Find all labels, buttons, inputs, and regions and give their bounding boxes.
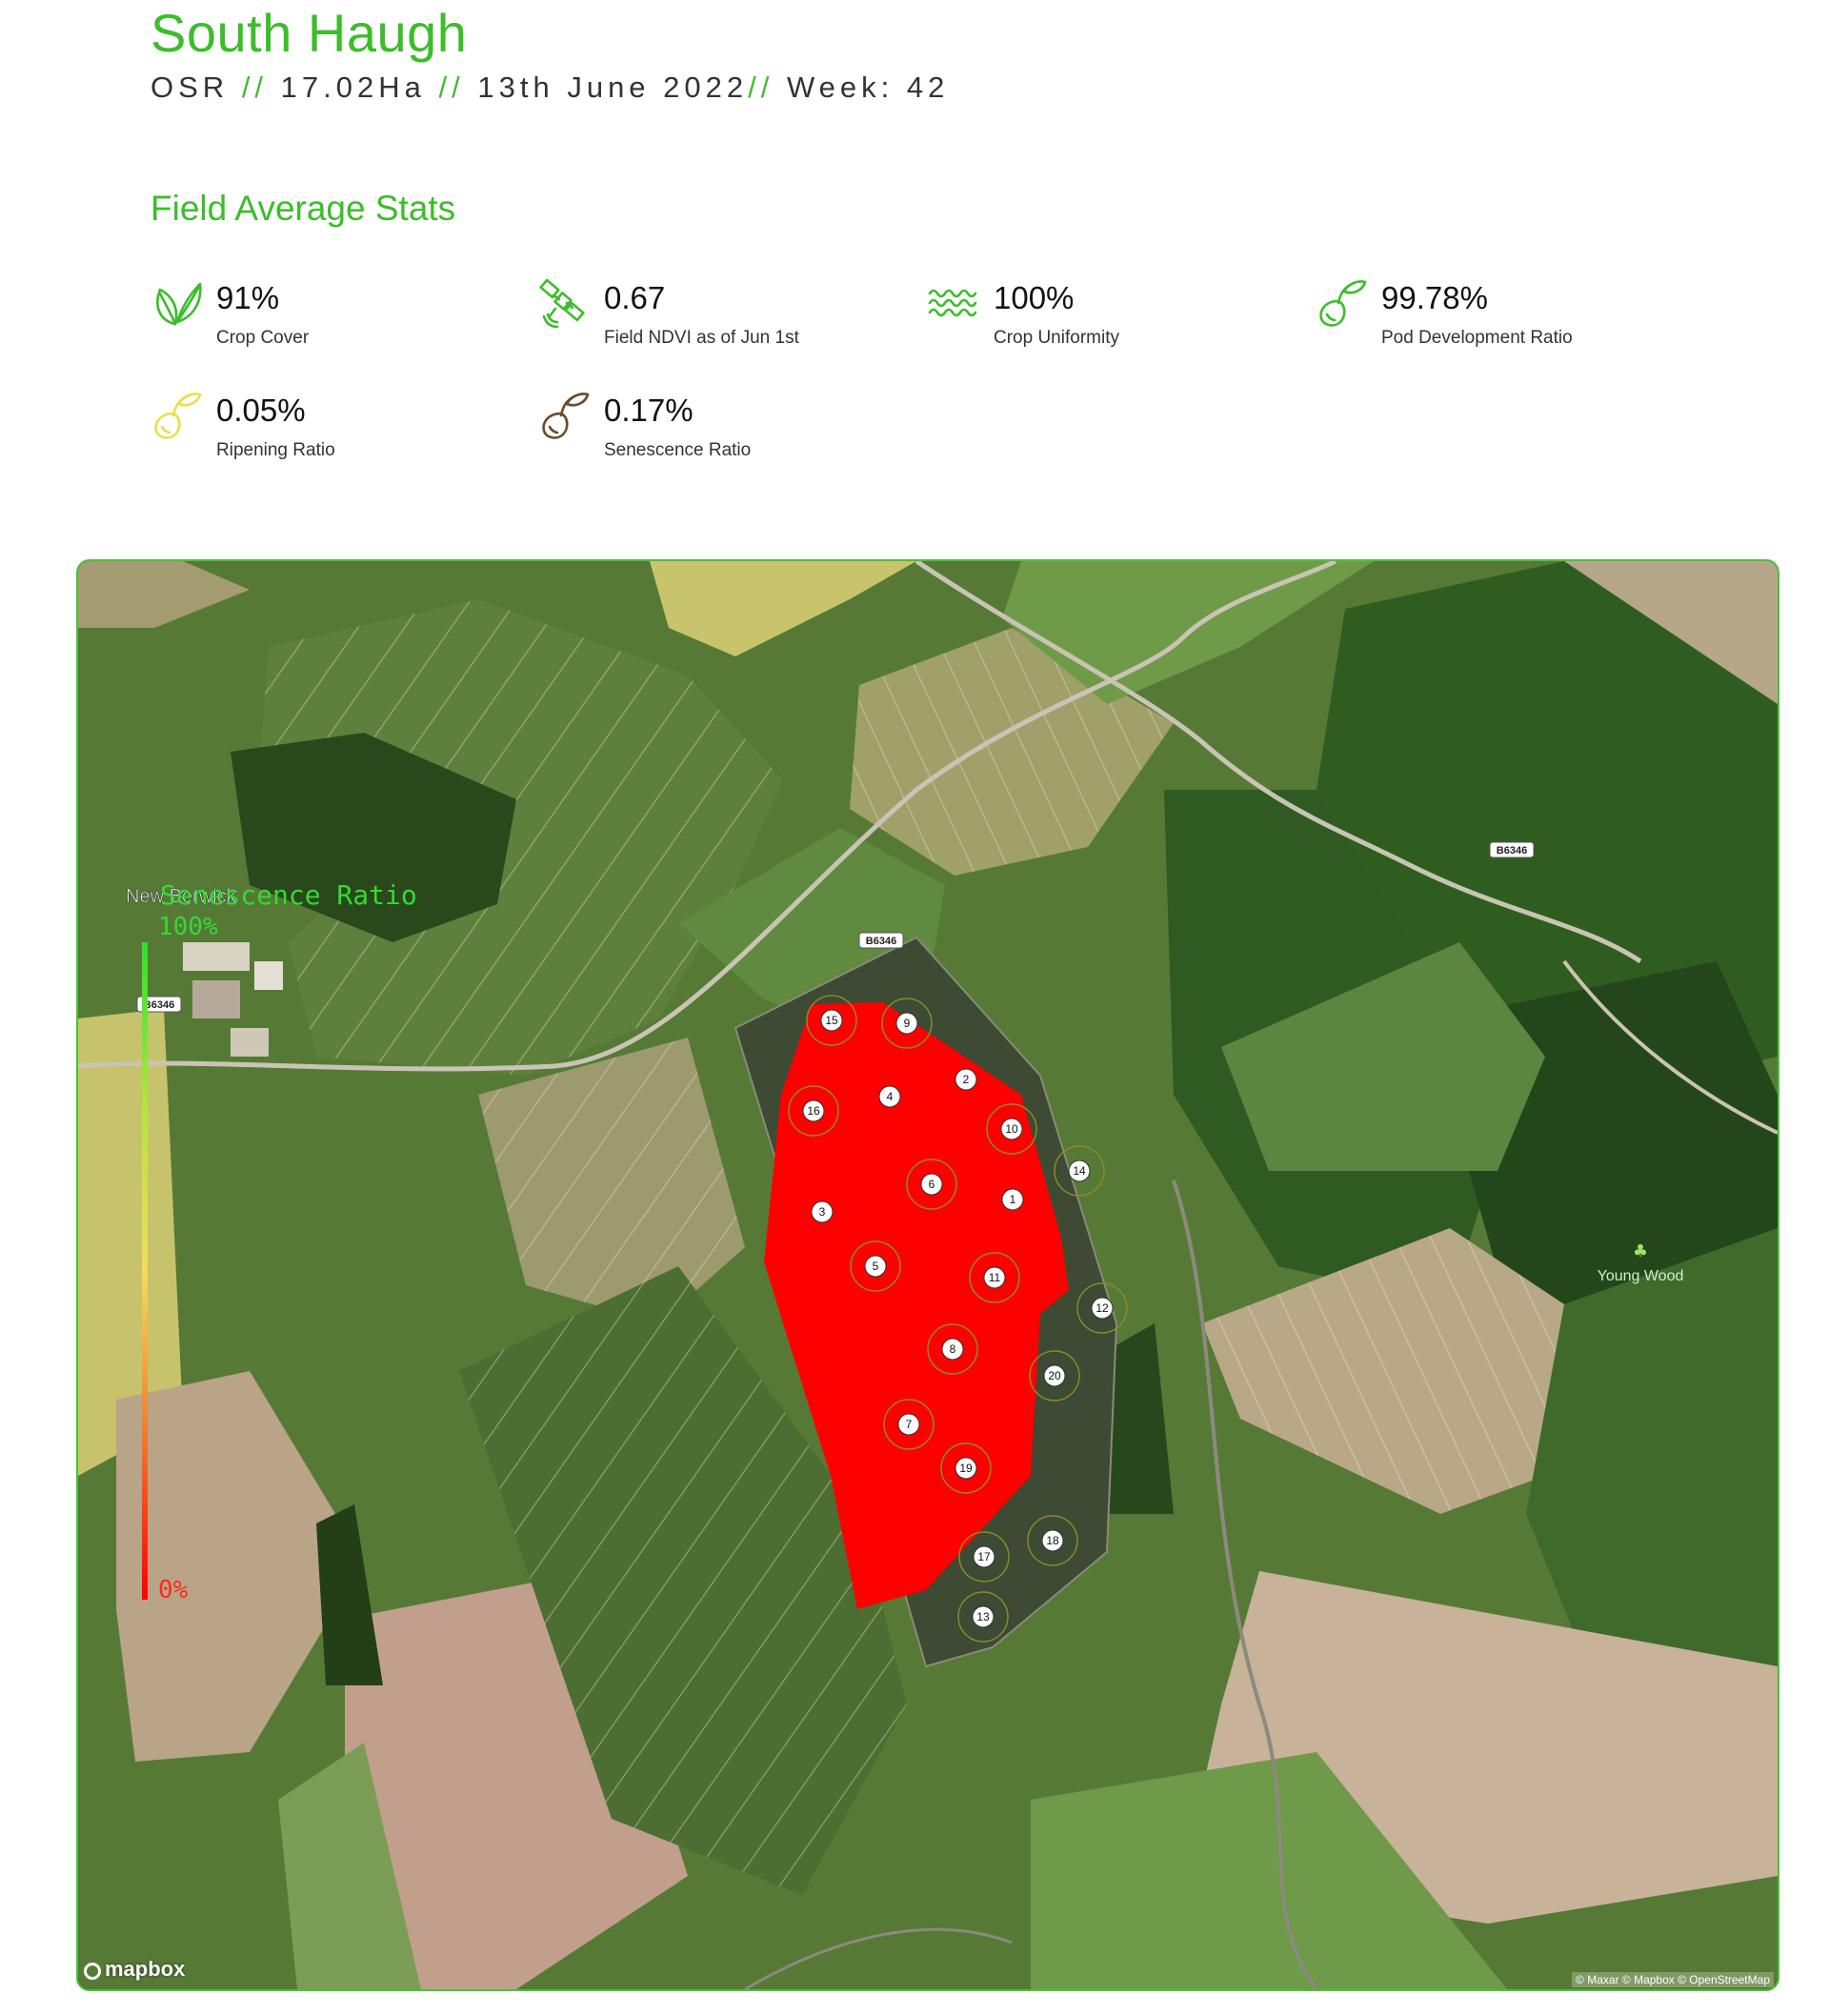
legend-gradient-bar <box>142 942 148 1600</box>
stats-section-title: Field Average Stats <box>151 189 456 228</box>
crop-week: Week: 42 <box>786 71 950 104</box>
separator: // <box>748 71 774 104</box>
mapbox-logo[interactable]: mapbox <box>84 1957 185 1982</box>
ripening-sprout-icon <box>151 389 204 442</box>
sample-point-label: 3 <box>819 1205 826 1219</box>
sample-point-label: 5 <box>873 1260 879 1273</box>
sample-point-label: 13 <box>976 1610 990 1623</box>
stat-label: Field NDVI as of Jun 1st <box>604 328 799 348</box>
sample-point-label: 18 <box>1046 1534 1059 1547</box>
sample-point-marker[interactable]: 3 <box>811 1200 834 1223</box>
svg-text:B6346: B6346 <box>144 999 174 1011</box>
satellite-icon <box>538 276 592 330</box>
legend-max-label: 100% <box>158 913 218 941</box>
stat-value: 99.78% <box>1381 280 1488 315</box>
stat-label: Crop Uniformity <box>994 328 1119 348</box>
stat-label: Senescence Ratio <box>604 440 752 460</box>
stat-crop-uniformity: 100% Crop Uniformity <box>928 276 1290 353</box>
stat-label: Pod Development Ratio <box>1381 328 1573 348</box>
svg-text:B6346: B6346 <box>1497 845 1527 857</box>
stat-value: 0.05% <box>216 393 306 428</box>
field-subtitle: OSR // 17.02Ha // 13th June 2022// Week:… <box>151 71 949 105</box>
stat-value: 100% <box>994 280 1075 315</box>
sample-point-label: 9 <box>904 1017 911 1030</box>
sample-point-marker[interactable]: 1 <box>1001 1188 1024 1211</box>
sample-point-label: 20 <box>1048 1369 1061 1382</box>
mapbox-logo-icon <box>84 1963 101 1980</box>
sample-point-label: 1 <box>1010 1193 1016 1206</box>
sample-point-label: 17 <box>977 1550 991 1563</box>
stat-label: Ripening Ratio <box>216 440 335 460</box>
waves-icon <box>928 276 981 330</box>
sample-point-label: 16 <box>807 1104 820 1118</box>
sample-point-label: 7 <box>906 1418 913 1431</box>
sample-point-label: 2 <box>963 1073 970 1086</box>
svg-text:B6346: B6346 <box>866 936 896 947</box>
sample-point-label: 10 <box>1005 1122 1018 1136</box>
svg-text:Young Wood: Young Wood <box>1598 1268 1684 1284</box>
map-attribution[interactable]: © Maxar © Mapbox © OpenStreetMap <box>1572 1972 1774 1987</box>
stat-crop-cover: 91% Crop Cover <box>151 276 513 353</box>
pod-sprout-icon <box>1316 276 1369 330</box>
legend-title: Senescence Ratio <box>160 879 417 911</box>
leaf-icon <box>151 276 204 330</box>
sample-point-label: 8 <box>950 1342 956 1356</box>
sample-point-label: 11 <box>989 1271 1001 1284</box>
field-map[interactable]: 15 9 2 4 16 10 14 6 1 3 5 11 12 8 20 7 19 17 18 13 B6346 B6… <box>76 559 1779 1991</box>
stat-value: 0.17% <box>604 393 693 428</box>
sample-point-label: 14 <box>1073 1164 1086 1178</box>
stat-ripening: 0.05% Ripening Ratio <box>151 389 513 465</box>
stat-label: Crop Cover <box>216 328 310 348</box>
sample-point-label: 6 <box>929 1178 935 1191</box>
senescence-sprout-icon <box>538 389 592 442</box>
sample-point-marker[interactable]: 2 <box>955 1068 977 1091</box>
stat-value: 91% <box>216 280 280 315</box>
tree-icon: ♣ <box>1633 1241 1648 1261</box>
sample-point-label: 4 <box>887 1090 894 1103</box>
field-title: South Haugh <box>151 3 468 63</box>
stat-senescence: 0.17% Senescence Ratio <box>538 389 900 465</box>
stat-ndvi: 0.67 Field NDVI as of Jun 1st <box>538 276 900 353</box>
satellite-map-canvas[interactable]: 15 92416101461351112820719171813 B6346 B6… <box>78 561 1778 1989</box>
sample-point-label: 15 <box>825 1014 838 1027</box>
sample-point-label: 19 <box>959 1462 973 1475</box>
survey-date: 13th June 2022 <box>477 71 749 104</box>
crop-type: OSR <box>151 71 230 104</box>
separator: // <box>438 71 465 104</box>
stat-pod-development: 99.78% Pod Development Ratio <box>1316 276 1678 353</box>
stat-value: 0.67 <box>604 280 666 315</box>
sample-point-label: 12 <box>1095 1301 1109 1315</box>
legend-min-label: 0% <box>158 1576 189 1604</box>
field-area: 17.02Ha <box>280 71 426 104</box>
sample-point-marker[interactable]: 4 <box>878 1085 901 1108</box>
separator: // <box>241 71 269 104</box>
